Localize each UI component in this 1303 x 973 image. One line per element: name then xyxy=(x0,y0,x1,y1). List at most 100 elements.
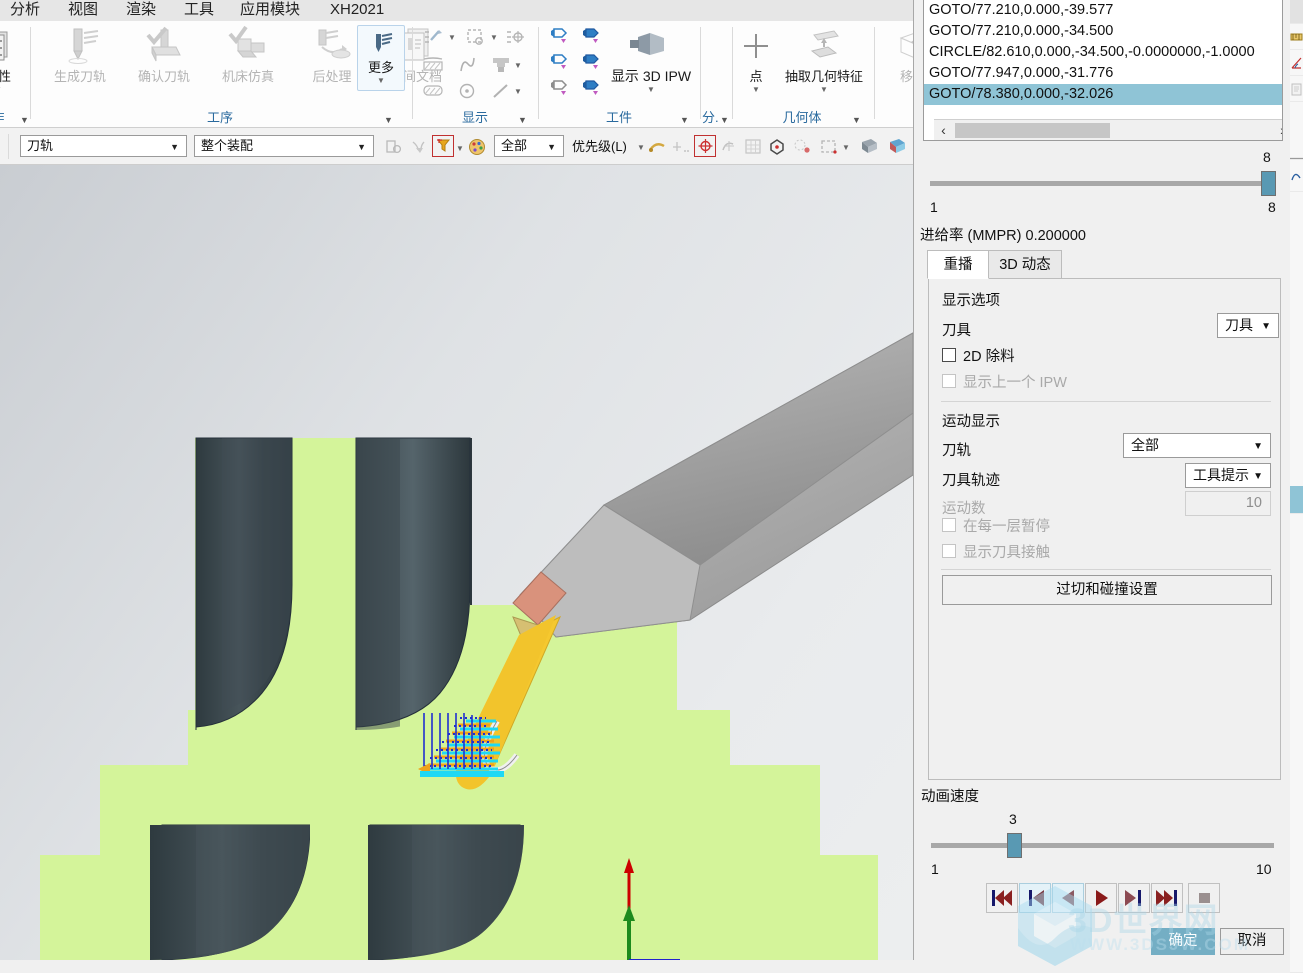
chevron-down-icon[interactable]: ▼ xyxy=(448,33,456,42)
ribbon-group-operation-set: 生成刀轨 确认刀轨 机床仿真 后处理 车间文档 工序 ▼ xyxy=(34,21,442,128)
chevron-down-icon[interactable]: ▼ xyxy=(490,33,498,42)
display-origin-icon[interactable] xyxy=(502,25,528,49)
menu-item-view[interactable]: 视图 xyxy=(68,0,98,21)
snap-quadrant-icon[interactable] xyxy=(718,136,740,158)
display-tool-shape-icon[interactable] xyxy=(488,53,514,77)
list-item[interactable]: GOTO/77.947,0.000,-31.776 xyxy=(924,63,1282,84)
sliver-selected-row[interactable] xyxy=(1290,486,1303,514)
sliver-icon-row[interactable] xyxy=(1290,160,1303,192)
snap-point-cloud-icon[interactable] xyxy=(792,136,814,158)
slider-thumb[interactable] xyxy=(1007,833,1022,858)
goto-list-hscrollbar[interactable]: ‹ › xyxy=(934,119,1282,140)
snap-endpoint-icon[interactable] xyxy=(670,136,692,158)
display-line-icon[interactable] xyxy=(488,79,514,103)
list-item[interactable]: GOTO/77.210,0.000,-34.500 xyxy=(924,21,1282,42)
ribbon-group-workpiece-expand[interactable]: ▼ xyxy=(680,115,689,125)
list-item[interactable]: GOTO/77.210,0.000,-39.577 xyxy=(924,0,1282,21)
color-palette-icon[interactable] xyxy=(466,136,488,158)
ribbon-group-operation-expand[interactable]: ▼ xyxy=(20,115,29,125)
snap-grid-icon[interactable] xyxy=(742,136,764,158)
tool-display-dropdown[interactable]: 刀具 ▼ xyxy=(1217,313,1279,338)
gouge-collision-settings-button[interactable]: 过切和碰撞设置 xyxy=(942,575,1272,605)
cancel-button[interactable]: 取消 xyxy=(1220,928,1284,955)
play-forward-button[interactable] xyxy=(1085,883,1117,913)
display-hatch2-icon[interactable] xyxy=(420,79,446,103)
snap-center-icon[interactable] xyxy=(694,135,716,157)
chevron-down-icon[interactable]: ▼ xyxy=(637,143,645,152)
sliver-icon-row[interactable] xyxy=(1290,76,1303,102)
chevron-down-icon[interactable]: ▼ xyxy=(514,87,522,96)
fast-forward-end-button[interactable] xyxy=(1151,883,1183,913)
scope-combo[interactable]: 整个装配 ▼ xyxy=(194,135,374,157)
chevron-down-icon[interactable]: ▼ xyxy=(514,61,522,70)
snap-face-icon[interactable] xyxy=(766,136,788,158)
tab-3d-dynamic[interactable]: 3D 动态 xyxy=(988,250,1062,279)
workpiece-ipw-d-icon[interactable] xyxy=(580,50,606,74)
motion-count-field[interactable]: 10 xyxy=(1185,491,1271,516)
menu-item-tools[interactable]: 工具 xyxy=(184,0,214,21)
menu-item-application[interactable]: 应用模块 xyxy=(240,0,300,21)
priority-menu[interactable]: 优先级(L) xyxy=(572,136,627,155)
display-box-icon[interactable] xyxy=(462,25,488,49)
color-shaded-icon[interactable] xyxy=(886,135,908,157)
menu-item-analysis[interactable]: 分析 xyxy=(10,0,40,21)
menu-item-xh2021[interactable]: XH2021 xyxy=(330,0,384,21)
view-type-combo[interactable]: 刀轨 ▼ xyxy=(20,135,187,157)
scroll-left-icon[interactable]: ‹ xyxy=(934,120,953,140)
show-3d-ipw-button[interactable]: 显示 3D IPW ▼ xyxy=(604,23,698,94)
verify-toolpath-button[interactable]: 确认刀轨 xyxy=(122,23,206,84)
tool-trace-dropdown[interactable]: 工具提示 ▼ xyxy=(1185,463,1271,488)
step-back-block-button[interactable] xyxy=(1019,883,1051,913)
extract-geometry-button[interactable]: 抽取几何特征 ▼ xyxy=(778,23,870,94)
machine-simulation-button[interactable]: 机床仿真 xyxy=(206,23,290,84)
display-hatch1-icon[interactable] xyxy=(420,53,446,77)
ribbon-group-geometry-expand[interactable]: ▼ xyxy=(852,115,861,125)
workpiece-ipw-e-icon[interactable] xyxy=(548,76,574,100)
display-tool-icon[interactable] xyxy=(420,25,446,49)
filter-active-icon[interactable] xyxy=(432,135,454,157)
rectangle-select-icon[interactable] xyxy=(818,136,840,158)
goto-command-list[interactable]: GOTO/77.210,0.000,-39.577 GOTO/77.210,0.… xyxy=(923,0,1283,141)
workpiece-ipw-b-icon[interactable] xyxy=(580,24,606,48)
more-button[interactable]: 更多 ▼ xyxy=(357,25,405,91)
chevron-down-icon[interactable]: ▼ xyxy=(778,85,870,94)
ribbon-group-analysis-expand[interactable]: ▼ xyxy=(720,115,729,125)
ribbon-group-operation-set-expand[interactable]: ▼ xyxy=(384,115,393,125)
chevron-down-icon[interactable]: ▼ xyxy=(734,85,778,94)
point-button[interactable]: 点 ▼ xyxy=(734,23,778,94)
shaded-view-icon[interactable] xyxy=(858,135,880,157)
workpiece-ipw-a-icon[interactable] xyxy=(548,24,574,48)
display-spline-icon[interactable] xyxy=(454,53,480,77)
stop-button[interactable] xyxy=(1188,883,1220,913)
scrollbar-thumb[interactable] xyxy=(955,123,1110,138)
snap-curve-icon[interactable] xyxy=(646,136,668,158)
step-forward-block-button[interactable] xyxy=(1118,883,1150,913)
sliver-icon-row[interactable] xyxy=(1290,24,1303,50)
ok-button[interactable]: 确定 xyxy=(1151,928,1215,955)
generate-toolpath-button[interactable]: 生成刀轨 xyxy=(38,23,122,84)
list-item[interactable]: CIRCLE/82.610,0.000,-34.500,-0.0000000,-… xyxy=(924,42,1282,63)
select-feature-icon[interactable] xyxy=(382,136,404,158)
chevron-down-icon[interactable]: ▼ xyxy=(456,144,464,153)
filter-clear-icon[interactable] xyxy=(408,136,430,158)
workpiece-ipw-f-icon[interactable] xyxy=(580,76,606,100)
play-reverse-button[interactable] xyxy=(1052,883,1084,913)
display-point-icon[interactable] xyxy=(454,79,480,103)
list-item-selected[interactable]: GOTO/78.380,0.000,-32.026 xyxy=(924,84,1282,105)
rewind-to-start-button[interactable] xyxy=(986,883,1018,913)
sliver-icon-row[interactable] xyxy=(1290,50,1303,76)
chevron-down-icon[interactable]: ▼ xyxy=(604,85,698,94)
tab-replay[interactable]: 重播 xyxy=(927,250,989,279)
chevron-down-icon[interactable]: ▼ xyxy=(358,76,404,85)
chevron-down-icon[interactable]: ▼ xyxy=(842,143,850,152)
filter-scope-combo[interactable]: 全部 ▼ xyxy=(494,135,564,157)
chevron-down-icon[interactable]: ▼ xyxy=(0,85,34,94)
toolpath-dropdown[interactable]: 全部 ▼ xyxy=(1123,433,1271,458)
workpiece-ipw-c-icon[interactable] xyxy=(548,50,574,74)
attributes-button[interactable]: 属性 ▼ xyxy=(0,23,34,94)
graphics-viewport[interactable]: XM YC XC ZM xyxy=(0,165,913,960)
menu-item-render[interactable]: 渲染 xyxy=(126,0,156,21)
ribbon-group-display-expand[interactable]: ▼ xyxy=(518,115,527,125)
scroll-right-icon[interactable]: › xyxy=(1273,120,1282,140)
slider-thumb[interactable] xyxy=(1261,171,1276,196)
